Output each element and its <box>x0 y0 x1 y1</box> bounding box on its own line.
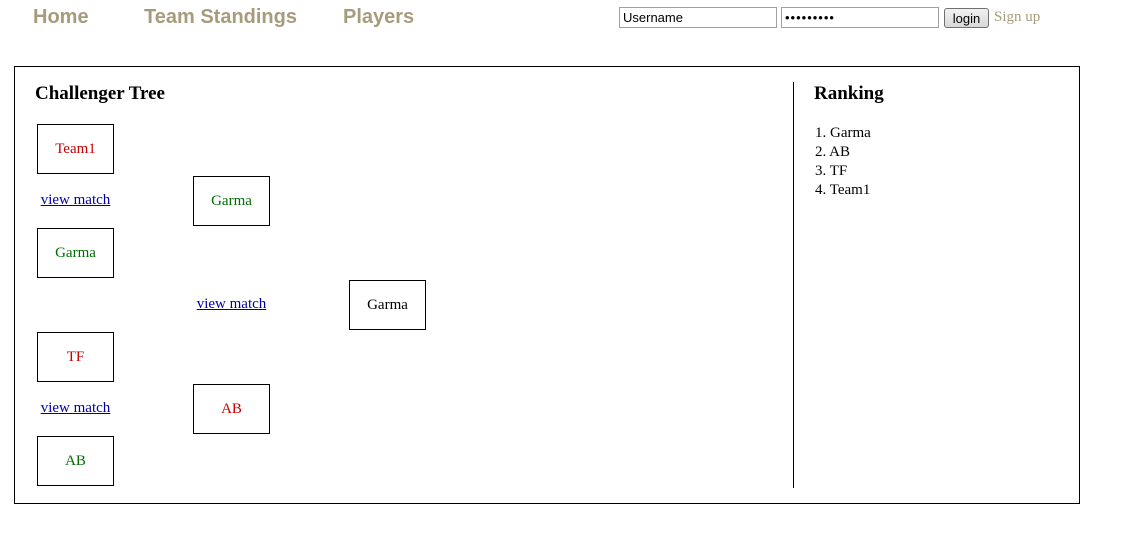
view-match-link[interactable]: view match <box>37 192 114 209</box>
bracket-team-box: Garma <box>193 176 270 226</box>
view-match-link[interactable]: view match <box>193 296 270 313</box>
login-button[interactable]: login <box>944 8 989 28</box>
main-panel: Challenger Tree Team1 view match Garma T… <box>14 66 1080 504</box>
column-divider <box>793 82 794 488</box>
bracket-team-box: Garma <box>37 228 114 278</box>
bracket-team-box: Team1 <box>37 124 114 174</box>
signup-link[interactable]: Sign up <box>994 9 1040 26</box>
challenger-tree-title: Challenger Tree <box>35 83 165 104</box>
bracket-team-box: AB <box>193 384 270 434</box>
ranking-item: 4. Team1 <box>815 182 871 198</box>
username-input[interactable] <box>619 7 777 28</box>
nav-team-standings-link[interactable]: Team Standings <box>144 6 297 29</box>
ranking-item: 3. TF <box>815 163 848 179</box>
password-input[interactable] <box>781 7 939 28</box>
bracket-team-box: TF <box>37 332 114 382</box>
ranking-item: 1. Garma <box>815 125 871 141</box>
view-match-link[interactable]: view match <box>37 400 114 417</box>
bracket-team-box: AB <box>37 436 114 486</box>
nav-players-link[interactable]: Players <box>343 6 414 29</box>
ranking-list: 1. Garma 2. AB 3. TF 4. Team1 <box>815 124 871 200</box>
nav-home-link[interactable]: Home <box>33 6 89 29</box>
bracket-champion-box: Garma <box>349 280 426 330</box>
ranking-item: 2. AB <box>815 144 851 160</box>
ranking-title: Ranking <box>814 83 884 104</box>
